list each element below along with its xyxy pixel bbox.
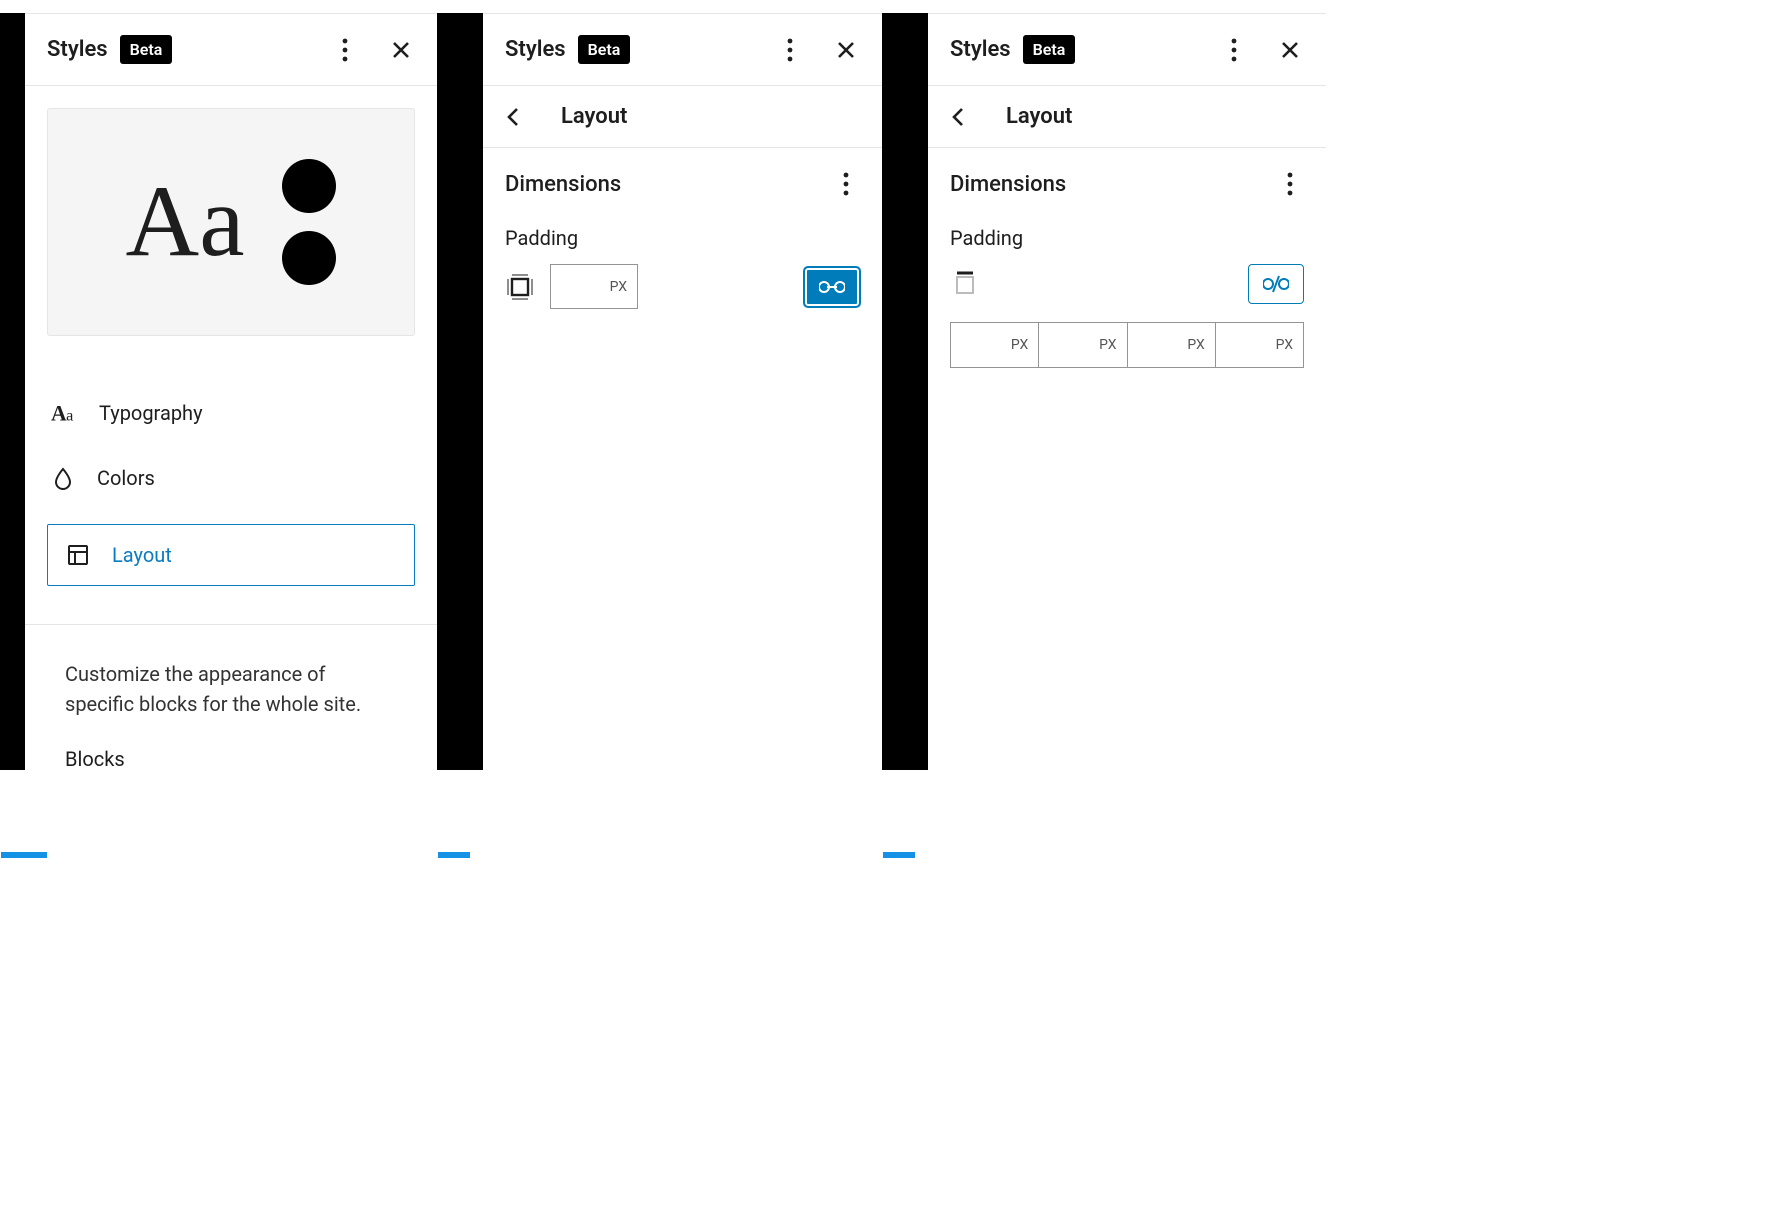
- layout-icon: [66, 543, 90, 567]
- more-menu-button[interactable]: [1220, 36, 1248, 64]
- droplet-icon: [51, 466, 75, 490]
- unlink-sides-button[interactable]: [1248, 264, 1304, 304]
- more-menu-button[interactable]: [331, 36, 359, 64]
- unit-label: PX: [1276, 337, 1293, 353]
- section-more-button[interactable]: [832, 170, 860, 198]
- beta-badge: Beta: [1023, 35, 1076, 64]
- styles-header: Styles Beta: [25, 14, 437, 86]
- typography-sample: Aa: [126, 171, 245, 273]
- padding-top-input[interactable]: PX: [951, 323, 1039, 367]
- menu-item-colors[interactable]: Colors: [25, 446, 437, 510]
- more-menu-button[interactable]: [776, 36, 804, 64]
- close-button[interactable]: [832, 36, 860, 64]
- unit-label: PX: [1099, 337, 1116, 353]
- styles-title: Styles: [47, 37, 108, 62]
- close-icon: [1280, 40, 1300, 60]
- padding-per-side-inputs: PX PX PX PX: [950, 322, 1304, 368]
- styles-title: Styles: [505, 37, 566, 62]
- menu-item-typography[interactable]: A a Typography: [25, 380, 437, 446]
- padding-value-input[interactable]: PX: [550, 264, 638, 309]
- kebab-icon: [342, 38, 348, 62]
- kebab-icon: [1287, 172, 1293, 196]
- close-button[interactable]: [387, 36, 415, 64]
- padding-bottom-input[interactable]: PX: [1128, 323, 1216, 367]
- dimensions-section: Dimensions: [928, 148, 1326, 198]
- blocks-description: Customize the appearance of specific blo…: [25, 625, 437, 719]
- unit-label: PX: [1187, 337, 1204, 353]
- style-categories: A a Typography Colors Layout: [25, 358, 437, 586]
- style-preview-card: Aa: [47, 108, 415, 336]
- padding-right-input[interactable]: PX: [1039, 323, 1127, 367]
- black-strip: [0, 13, 25, 770]
- menu-item-layout[interactable]: Layout: [47, 524, 415, 586]
- chevron-left-icon: [505, 105, 521, 129]
- kebab-icon: [843, 172, 849, 196]
- close-button[interactable]: [1276, 36, 1304, 64]
- side-selector-button[interactable]: [505, 272, 535, 302]
- kebab-icon: [1231, 38, 1237, 62]
- svg-text:A: A: [51, 402, 67, 426]
- styles-header: Styles Beta: [483, 14, 882, 86]
- unit-label: PX: [610, 279, 627, 295]
- menu-item-label: Colors: [97, 466, 155, 490]
- padding-label: Padding: [928, 198, 1326, 264]
- styles-title: Styles: [950, 37, 1011, 62]
- unit-label: PX: [1011, 337, 1028, 353]
- section-title: Dimensions: [950, 172, 1066, 197]
- section-title: Dimensions: [505, 172, 621, 197]
- back-button[interactable]: [499, 103, 527, 131]
- menu-item-label: Typography: [99, 401, 203, 425]
- section-more-button[interactable]: [1276, 170, 1304, 198]
- close-icon: [836, 40, 856, 60]
- menu-item-label: Layout: [112, 543, 172, 567]
- svg-text:a: a: [66, 407, 73, 425]
- link-sides-button[interactable]: [804, 267, 860, 307]
- box-sides-icon: [507, 274, 533, 300]
- chevron-left-icon: [950, 105, 966, 129]
- beta-badge: Beta: [120, 35, 173, 64]
- typography-icon: A a: [51, 400, 77, 426]
- subheader-title: Layout: [1006, 104, 1072, 129]
- layout-subheader: Layout: [483, 86, 882, 148]
- link-icon: [819, 278, 845, 296]
- progress-tick: [438, 852, 470, 858]
- side-selector-button[interactable]: [950, 269, 980, 299]
- kebab-icon: [787, 38, 793, 62]
- unlink-icon: [1263, 274, 1289, 294]
- black-strip: [437, 13, 483, 770]
- box-top-side-icon: [952, 271, 978, 297]
- subheader-title: Layout: [561, 104, 627, 129]
- styles-header: Styles Beta: [928, 14, 1326, 86]
- progress-tick: [883, 852, 915, 858]
- padding-label: Padding: [483, 198, 882, 264]
- blocks-section-title[interactable]: Blocks: [25, 719, 437, 771]
- progress-tick: [1, 852, 47, 858]
- padding-left-input[interactable]: PX: [1216, 323, 1303, 367]
- black-strip: [882, 13, 928, 770]
- back-button[interactable]: [944, 103, 972, 131]
- color-dots: [282, 159, 336, 285]
- dimensions-section: Dimensions: [483, 148, 882, 198]
- beta-badge: Beta: [578, 35, 631, 64]
- close-icon: [391, 40, 411, 60]
- layout-subheader: Layout: [928, 86, 1326, 148]
